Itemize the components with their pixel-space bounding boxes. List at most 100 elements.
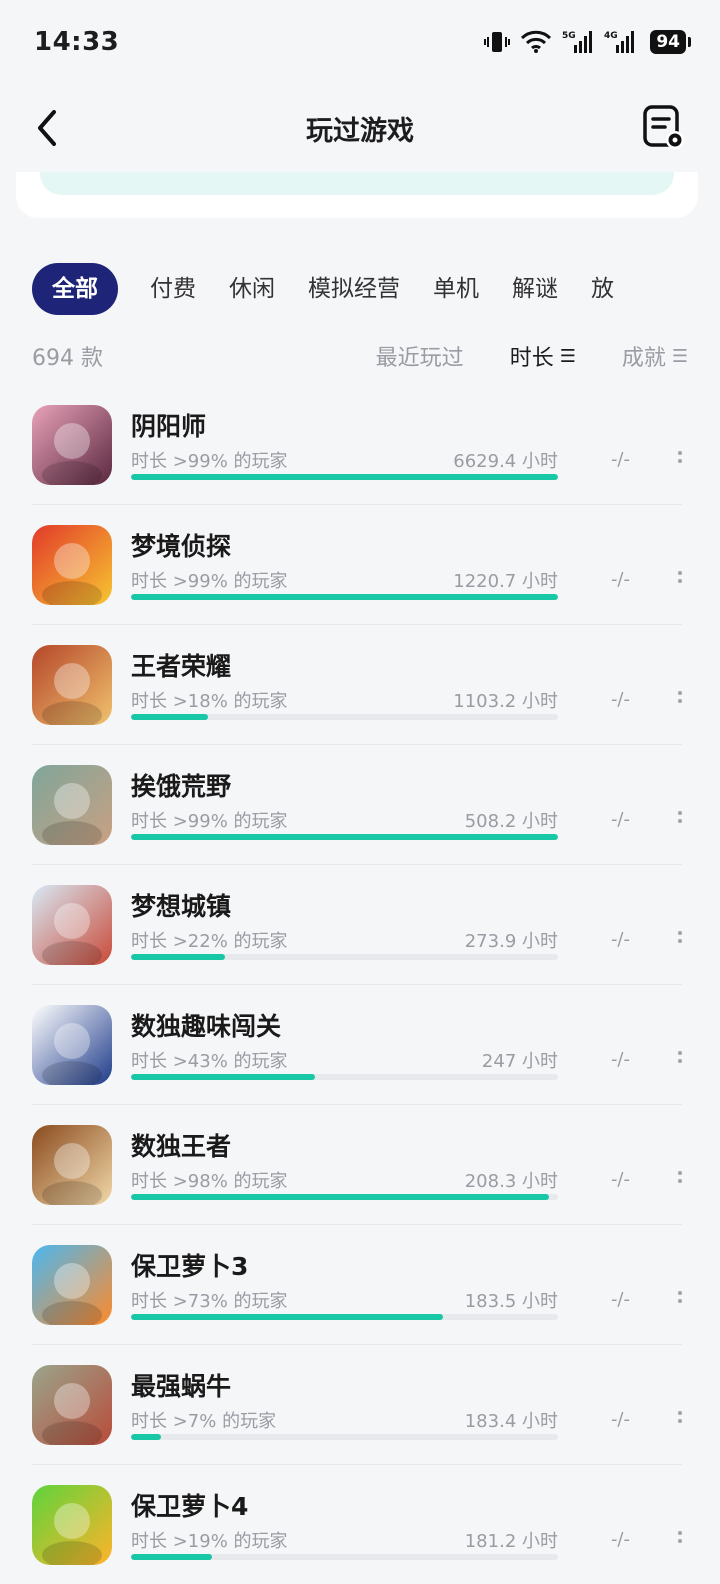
list-settings-button[interactable] [642, 104, 688, 152]
more-options-icon[interactable] [678, 809, 684, 829]
game-duration-rank: 时长 >22% 的玩家 [131, 931, 288, 952]
achievement-progress: -/- [610, 1049, 630, 1070]
game-name: 数独王者 [131, 1132, 232, 1161]
game-name: 保卫萝卜4 [131, 1492, 249, 1521]
game-duration-rank: 时长 >98% 的玩家 [131, 1171, 288, 1192]
sort-recent[interactable]: 最近玩过 [376, 340, 464, 372]
signal-4g-icon: 4G [604, 29, 636, 55]
more-options-icon[interactable] [678, 569, 684, 589]
game-duration-rank: 时长 >7% 的玩家 [131, 1411, 277, 1432]
duration-progress-fill [131, 1194, 550, 1200]
tab-single-player[interactable]: 单机 [433, 263, 512, 315]
carrot-fantasy-3-icon[interactable] [32, 1245, 112, 1325]
svg-text:5G: 5G [562, 31, 576, 41]
more-options-icon[interactable] [678, 1289, 684, 1309]
battery-indicator: 94 [650, 30, 691, 54]
game-row[interactable]: 王者荣耀 时长 >18% 的玩家 1103.2 小时 -/- [32, 625, 682, 745]
achievement-progress: -/- [610, 1529, 630, 1550]
game-row[interactable]: 数独趣味闯关 时长 >43% 的玩家 247 小时 -/- [32, 985, 682, 1105]
game-row[interactable]: 保卫萝卜3 时长 >73% 的玩家 183.5 小时 -/- [32, 1225, 682, 1345]
summary-card [16, 172, 698, 218]
game-row[interactable]: 梦想城镇 时长 >22% 的玩家 273.9 小时 -/- [32, 865, 682, 985]
carrot-fantasy-4-icon[interactable] [32, 1485, 112, 1565]
tab-paid[interactable]: 付费 [150, 263, 229, 315]
duration-progress-fill [131, 954, 225, 960]
duration-progress-fill [131, 474, 558, 480]
duration-progress-fill [131, 1434, 161, 1440]
dream-town-icon[interactable] [32, 885, 112, 965]
sort-achievement-label: 成就 [621, 346, 666, 371]
more-options-icon[interactable] [678, 1169, 684, 1189]
achievement-progress: -/- [610, 689, 630, 710]
onmyoji-icon[interactable] [32, 405, 112, 485]
achievement-progress: -/- [610, 1409, 630, 1430]
duration-progress-bar [131, 1554, 558, 1560]
vibrate-icon [484, 29, 511, 55]
sudoku-king-icon[interactable] [32, 1125, 112, 1205]
game-row[interactable]: 挨饿荒野 时长 >99% 的玩家 508.2 小时 -/- [32, 745, 682, 865]
game-duration-rank: 时长 >73% 的玩家 [131, 1291, 288, 1312]
strongest-snail-icon[interactable] [32, 1365, 112, 1445]
game-hours: 183.4 小时 [464, 1411, 558, 1432]
tab-puzzle[interactable]: 解谜 [512, 263, 591, 315]
duration-progress-bar [131, 1434, 558, 1440]
sort-duration[interactable]: 时长 ☰ [510, 340, 576, 372]
more-options-icon[interactable] [678, 689, 684, 709]
wifi-icon [520, 30, 552, 54]
duration-progress-bar [131, 1194, 558, 1200]
game-row[interactable]: 最强蜗牛 时长 >7% 的玩家 183.4 小时 -/- [32, 1345, 682, 1465]
back-button[interactable] [34, 106, 74, 150]
more-options-icon[interactable] [678, 929, 684, 949]
more-options-icon[interactable] [678, 1529, 684, 1549]
more-options-icon[interactable] [678, 1049, 684, 1069]
tab-simulation[interactable]: 模拟经营 [308, 263, 433, 315]
sort-order-icon: ☰ [559, 345, 576, 367]
page-title: 玩过游戏 [306, 115, 414, 147]
tab-all[interactable]: 全部 [32, 263, 118, 315]
game-name: 挨饿荒野 [131, 772, 232, 801]
sort-achievement[interactable]: 成就 ☰ [622, 340, 688, 372]
sudoku-fun-icon[interactable] [32, 1005, 112, 1085]
sort-options: 最近玩过 时长 ☰ 成就 ☰ [376, 340, 688, 372]
game-hours: 6629.4 小时 [453, 451, 558, 472]
tab-more[interactable]: 放 [591, 263, 647, 315]
game-duration-rank: 时长 >18% 的玩家 [131, 691, 288, 712]
more-options-icon[interactable] [678, 449, 684, 469]
svg-text:4G: 4G [604, 31, 618, 41]
duration-progress-bar [131, 594, 558, 600]
game-hours: 1220.7 小时 [453, 571, 558, 592]
status-bar: 14:33 5G 4G 94 [0, 0, 720, 84]
dream-detective-icon[interactable] [32, 525, 112, 605]
more-options-icon[interactable] [678, 1409, 684, 1429]
game-duration-rank: 时长 >99% 的玩家 [131, 451, 288, 472]
game-hours: 181.2 小时 [464, 1531, 558, 1552]
signal-5g-icon: 5G [562, 29, 594, 55]
game-name: 保卫萝卜3 [131, 1252, 249, 1281]
tab-casual[interactable]: 休闲 [229, 263, 308, 315]
duration-progress-bar [131, 1314, 558, 1320]
game-hours: 508.2 小时 [464, 811, 558, 832]
sort-row: 694 款 最近玩过 时长 ☰ 成就 ☰ [32, 334, 688, 378]
sort-order-icon: ☰ [671, 345, 688, 367]
duration-progress-bar [131, 714, 558, 720]
game-row[interactable]: 数独王者 时长 >98% 的玩家 208.3 小时 -/- [32, 1105, 682, 1225]
achievement-progress: -/- [610, 809, 630, 830]
game-hours: 273.9 小时 [464, 931, 558, 952]
game-row[interactable]: 阴阳师 时长 >99% 的玩家 6629.4 小时 -/- [32, 385, 682, 505]
honor-of-kings-icon[interactable] [32, 645, 112, 725]
duration-progress-fill [131, 834, 558, 840]
game-duration-rank: 时长 >99% 的玩家 [131, 571, 288, 592]
duration-progress-bar [131, 834, 558, 840]
status-icons: 5G 4G 94 [484, 29, 691, 55]
summary-card-banner[interactable] [40, 172, 674, 195]
duration-progress-fill [131, 594, 558, 600]
game-row[interactable]: 保卫萝卜4 时长 >19% 的玩家 181.2 小时 -/- [32, 1465, 682, 1584]
hungry-wild-icon[interactable] [32, 765, 112, 845]
page-header: 玩过游戏 [0, 84, 720, 172]
achievement-progress: -/- [610, 569, 630, 590]
game-row[interactable]: 梦境侦探 时长 >99% 的玩家 1220.7 小时 -/- [32, 505, 682, 625]
duration-progress-fill [131, 1314, 443, 1320]
duration-progress-fill [131, 1074, 315, 1080]
game-duration-rank: 时长 >19% 的玩家 [131, 1531, 288, 1552]
achievement-progress: -/- [610, 929, 630, 950]
